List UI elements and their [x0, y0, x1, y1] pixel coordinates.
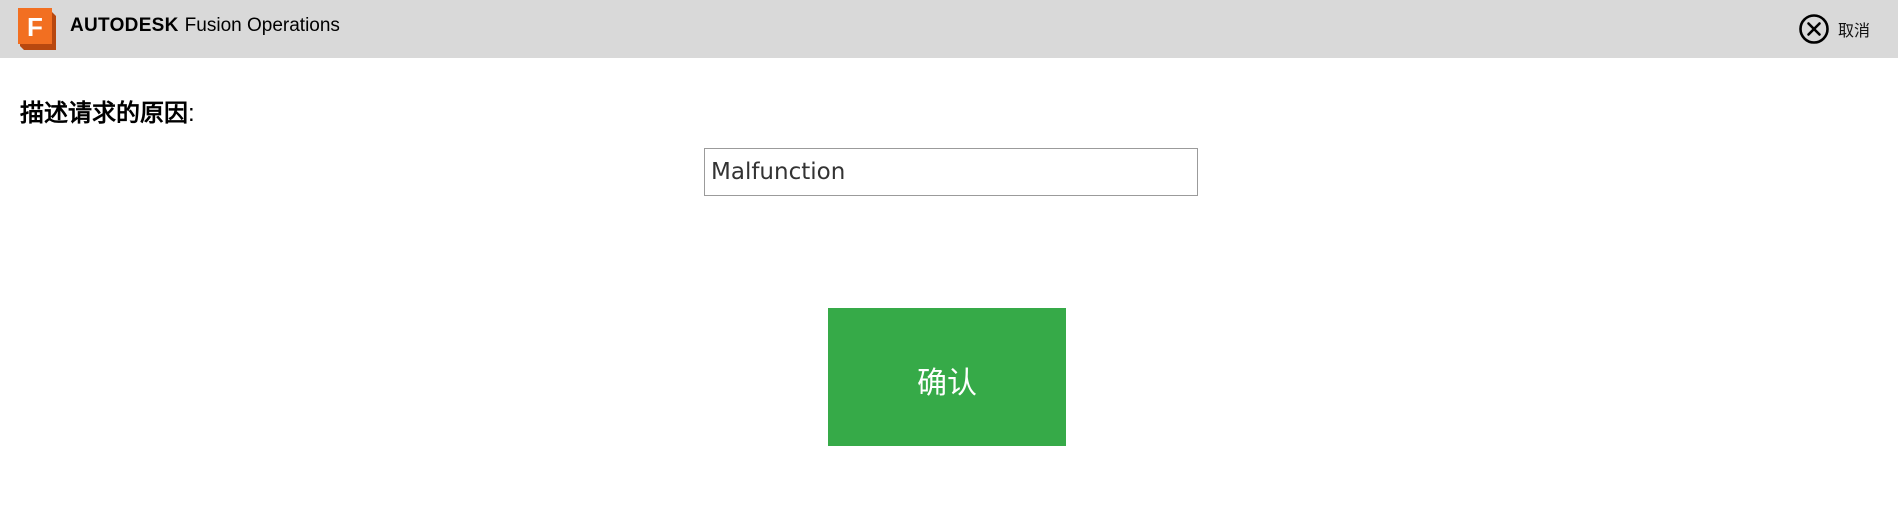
- product-name: Fusion Operations: [184, 15, 340, 36]
- company-name: AUTODESK: [70, 15, 179, 36]
- logo-letter: F: [27, 12, 43, 42]
- close-circle-icon[interactable]: [1798, 13, 1830, 45]
- cancel-label[interactable]: 取消: [1838, 17, 1870, 41]
- cancel-button[interactable]: 取消: [1798, 13, 1870, 45]
- prompt-colon: :: [188, 100, 195, 127]
- prompt-label: 描述请求的原因: [20, 100, 188, 127]
- app-header: F AUTODESK Fusion Operations 取消: [0, 0, 1898, 58]
- brand-title: AUTODESK Fusion Operations: [70, 14, 340, 38]
- confirm-button[interactable]: 确认: [828, 308, 1066, 446]
- reason-prompt: 描述请求的原因:: [20, 93, 195, 128]
- autodesk-fusion-logo-icon: F: [16, 8, 60, 52]
- reason-input[interactable]: [704, 148, 1198, 196]
